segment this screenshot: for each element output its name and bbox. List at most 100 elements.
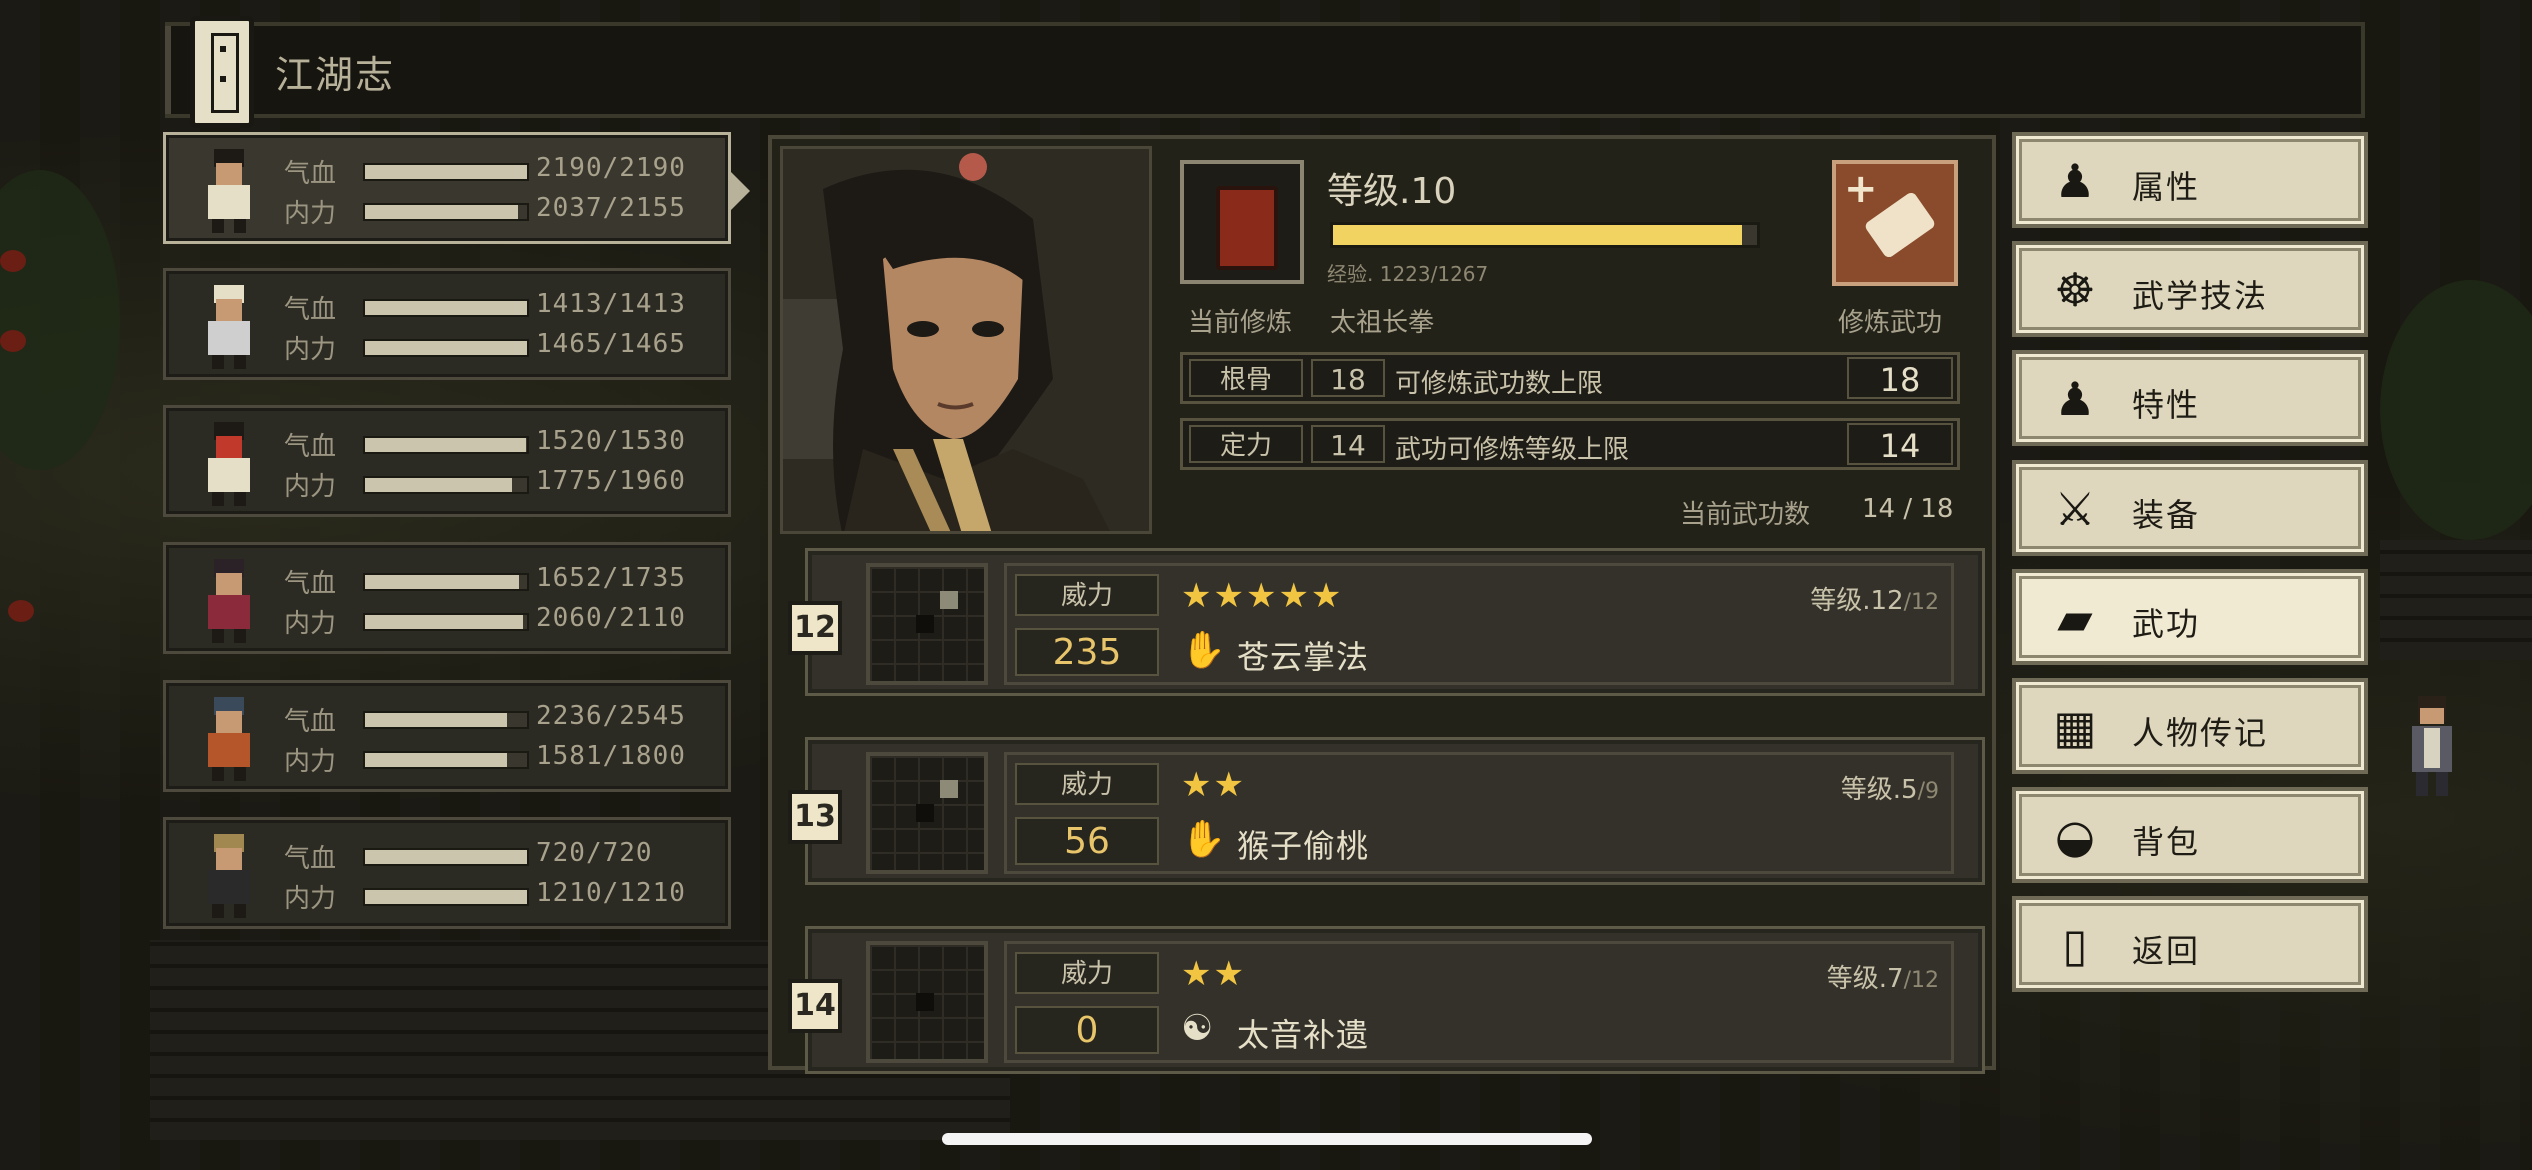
skill-name: 太音补遗 xyxy=(1237,1016,1370,1054)
star-rating: ★★ xyxy=(1181,954,1246,994)
hp-value: 720/720 xyxy=(536,838,653,868)
book-icon: ▰ xyxy=(2057,591,2093,645)
hp-value: 1520/1530 xyxy=(536,426,686,456)
party-member[interactable]: 气血 720/720 内力 1210/1210 xyxy=(163,817,731,929)
yinyang-icon: ☯ xyxy=(1181,1008,1214,1049)
member-avatar xyxy=(208,559,250,643)
title-bar xyxy=(165,22,2365,118)
power-value: 0 xyxy=(1015,1006,1159,1054)
hp-bar xyxy=(363,299,529,317)
hp-label: 气血 xyxy=(284,295,337,325)
party-member[interactable]: 气血 2236/2545 内力 1581/1800 xyxy=(163,680,731,792)
bg-lantern xyxy=(0,330,26,352)
skill-info: 威力 0 ★★ ☯ 太音补遗 等级.7/12 xyxy=(1004,941,1954,1063)
menu-item-4[interactable]: ⚔ 装备 xyxy=(2012,460,2368,556)
hp-bar xyxy=(363,436,529,454)
attr-max: 14 xyxy=(1847,423,1953,465)
skill-slot-number: 14 xyxy=(788,979,842,1033)
mp-label: 内力 xyxy=(284,335,337,365)
mp-value: 1581/1800 xyxy=(536,741,686,771)
journal-book-icon[interactable] xyxy=(190,16,254,128)
menu-item-7[interactable]: ◒ 背包 xyxy=(2012,787,2368,883)
attr-desc: 可修炼武功数上限 xyxy=(1395,369,1604,399)
mp-value: 2060/2110 xyxy=(536,603,686,633)
bg-roof xyxy=(2380,540,2532,660)
aura-person-icon: ☸ xyxy=(2054,263,2096,317)
menu-label: 武学技法 xyxy=(2132,277,2269,315)
power-value: 235 xyxy=(1015,628,1159,676)
mp-value: 1775/1960 xyxy=(536,466,686,496)
skill-level-current: 等级.7 xyxy=(1826,964,1904,994)
menu-label: 特性 xyxy=(2132,386,2201,424)
menu-item-8[interactable]: ▯ 返回 xyxy=(2012,896,2368,992)
skill-level-current: 等级.12 xyxy=(1810,586,1904,616)
bg-lantern xyxy=(0,250,26,272)
skill-card[interactable]: 12 威力 235 ★★★★★ ✋ 苍云掌法 等级.12/12 xyxy=(788,548,1985,696)
star-rating: ★★ xyxy=(1181,765,1246,805)
menu-item-3[interactable]: ♟ 特性 xyxy=(2012,350,2368,446)
current-training-name: 太祖长拳 xyxy=(1330,308,1435,338)
member-avatar xyxy=(208,697,250,781)
plus-icon: + xyxy=(1844,166,1878,212)
hp-label: 气血 xyxy=(284,159,337,189)
menu-label: 属性 xyxy=(2132,168,2201,206)
menu-item-2[interactable]: ☸ 武学技法 xyxy=(2012,241,2368,337)
skill-count-label: 当前武功数 xyxy=(1680,500,1811,530)
skill-card[interactable]: 13 威力 56 ★★ ✋ 猴子偷桃 等级.5/9 xyxy=(788,737,1985,885)
hp-bar xyxy=(363,711,529,729)
member-avatar xyxy=(208,834,250,918)
character-portrait xyxy=(780,146,1152,534)
current-training-label: 当前修炼 xyxy=(1188,308,1293,338)
hp-label: 气血 xyxy=(284,707,337,737)
attr-desc: 武功可修炼等级上限 xyxy=(1395,435,1630,465)
mp-bar xyxy=(363,751,529,769)
attr-row-genggu: 根骨 18 可修炼武功数上限 18 xyxy=(1180,352,1960,404)
mp-label: 内力 xyxy=(284,609,337,639)
party-member[interactable]: 气血 2190/2190 内力 2037/2155 xyxy=(163,132,750,244)
skill-info: 威力 235 ★★★★★ ✋ 苍云掌法 等级.12/12 xyxy=(1004,563,1954,685)
hp-bar xyxy=(363,573,529,591)
menu-item-1[interactable]: ♟ 属性 xyxy=(2012,132,2368,228)
mp-label: 内力 xyxy=(284,884,337,914)
sword-icon: ⚔ xyxy=(2054,482,2096,536)
skill-level-current: 等级.5 xyxy=(1840,775,1918,805)
mp-value: 2037/2155 xyxy=(536,193,686,223)
skill-count-value: 14 / 18 xyxy=(1862,494,1954,524)
npc-sprite xyxy=(2412,696,2452,796)
member-avatar xyxy=(208,149,250,233)
menu-label: 返回 xyxy=(2132,932,2201,970)
menu-item-6[interactable]: ▦ 人物传记 xyxy=(2012,678,2368,774)
home-indicator[interactable] xyxy=(942,1133,1592,1145)
skill-level-max: /12 xyxy=(1903,968,1939,993)
door-icon: ▯ xyxy=(2062,918,2088,972)
power-value: 56 xyxy=(1015,817,1159,865)
party-member[interactable]: 气血 1652/1735 内力 2060/2110 xyxy=(163,542,731,654)
hp-label: 气血 xyxy=(284,844,337,874)
skill-card[interactable]: 14 威力 0 ★★ ☯ 太音补遗 等级.7/12 xyxy=(788,926,1985,1074)
skill-slot-number: 12 xyxy=(788,601,842,655)
skill-grid-icon xyxy=(866,563,988,685)
star-rating: ★★★★★ xyxy=(1181,576,1344,616)
skill-level-max: /9 xyxy=(1917,779,1939,804)
mp-bar xyxy=(363,476,529,494)
mp-bar xyxy=(363,613,529,631)
mp-value: 1210/1210 xyxy=(536,878,686,908)
party-member[interactable]: 气血 1413/1413 内力 1465/1465 xyxy=(163,268,731,380)
member-avatar xyxy=(208,285,250,369)
current-skill-book-icon xyxy=(1180,160,1304,284)
skill-name: 苍云掌法 xyxy=(1237,638,1370,676)
hp-bar xyxy=(363,848,529,866)
train-skill-button[interactable]: + xyxy=(1832,160,1958,286)
menu-label: 武功 xyxy=(2132,605,2201,643)
power-label: 威力 xyxy=(1015,763,1159,805)
palm-icon: ✋ xyxy=(1181,630,1226,671)
menu-item-5[interactable]: ▰ 武功 xyxy=(2012,569,2368,665)
mp-bar xyxy=(363,888,529,906)
mp-bar xyxy=(363,339,529,357)
skill-name: 猴子偷桃 xyxy=(1237,827,1370,865)
hp-label: 气血 xyxy=(284,569,337,599)
attr-value: 18 xyxy=(1311,359,1385,397)
party-member[interactable]: 气血 1520/1530 内力 1775/1960 xyxy=(163,405,731,517)
page-title: 江湖志 xyxy=(275,53,396,97)
skill-grid-icon xyxy=(866,941,988,1063)
